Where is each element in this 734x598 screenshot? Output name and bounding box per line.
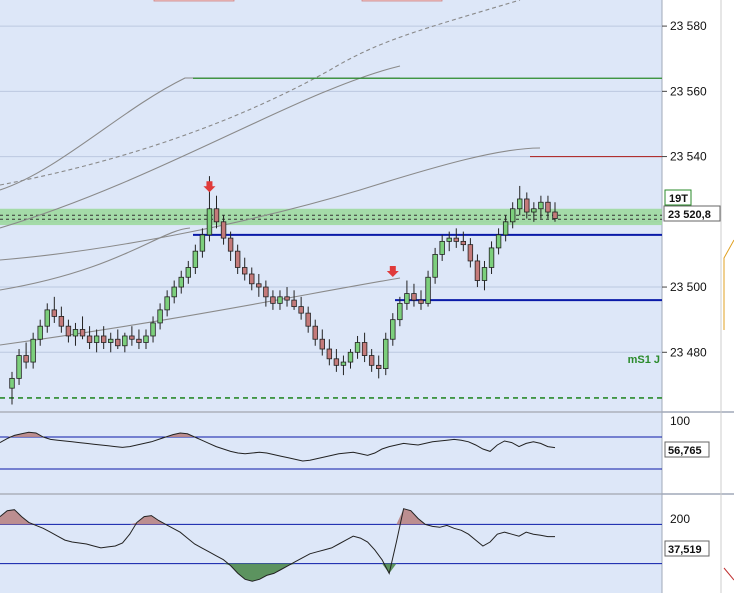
candle-body [347, 351, 354, 363]
candle-body [453, 237, 459, 242]
price-box-label: 23 520,8 [668, 209, 711, 221]
candle-body [474, 260, 481, 281]
candle-body [432, 254, 438, 278]
chart-window: 23 580 23 560 23 540 23 500 23 480 mS1 J 19T… [0, 0, 734, 593]
candle-body [340, 361, 347, 366]
candle-body [538, 201, 544, 210]
candle-body [291, 299, 297, 308]
candle-body [9, 377, 15, 389]
candle-body [509, 208, 516, 223]
candle-body [368, 355, 375, 366]
candle-body [150, 322, 156, 337]
candle-body [86, 335, 93, 343]
candle-body [199, 234, 206, 252]
candle-body [37, 325, 43, 340]
candle-body [446, 237, 452, 242]
axis-tick-label: 23 580 [670, 19, 707, 33]
candle-body [44, 309, 50, 327]
candle-body [319, 338, 325, 350]
candle-body [108, 338, 114, 343]
cci-axis-tick: 200 [670, 512, 690, 526]
green-zone [0, 208, 662, 226]
candle-body [467, 244, 474, 262]
candle-body [312, 325, 318, 340]
candle-body [171, 286, 177, 298]
candle-body [100, 335, 107, 343]
candle-body [333, 358, 340, 366]
candle-body [58, 316, 65, 327]
axis-tick-label: 23 480 [670, 345, 707, 359]
candle-body [227, 237, 234, 252]
candle-body [79, 329, 86, 337]
candle-body [502, 221, 509, 236]
candle-body [404, 293, 410, 304]
candle-body [481, 267, 488, 281]
level-tag-ms1: mS1 J [628, 354, 660, 366]
candle-body [277, 296, 283, 304]
candle-body [552, 211, 558, 219]
candle-body [545, 201, 551, 213]
candle-body [129, 335, 135, 340]
candle-body [115, 338, 121, 347]
candle-body [263, 286, 269, 298]
cci-value-label: 37,519 [668, 544, 702, 556]
candle-body [143, 335, 149, 343]
candle [383, 332, 389, 376]
candle-body [383, 338, 389, 369]
green-zone-band [0, 208, 662, 226]
candle-body [164, 296, 170, 311]
candle-body [284, 296, 290, 301]
top-tab-left[interactable] [153, 0, 235, 2]
rsi-axis-tick: 100 [670, 414, 690, 428]
candle-body [361, 342, 368, 356]
candle-body [220, 221, 227, 239]
candle-body [136, 338, 142, 343]
candle-body [298, 306, 304, 314]
top-tab-right[interactable] [361, 0, 443, 2]
candle-body [439, 240, 445, 255]
candle-body [249, 273, 255, 285]
axis-tick-label: 23 540 [670, 150, 707, 164]
candle-body [418, 299, 424, 304]
candle-body [122, 335, 128, 347]
candle-body [157, 309, 163, 324]
axis-tick-label: 23 560 [670, 84, 707, 98]
candle-body [531, 208, 537, 213]
candle-body [234, 250, 241, 268]
chart-svg[interactable]: 23 580 23 560 23 540 23 500 23 480 mS1 J 19T… [0, 0, 734, 593]
candle-body [390, 319, 396, 340]
candle-body [425, 276, 431, 304]
candle-body [93, 335, 100, 343]
candle-body [51, 309, 58, 317]
candle-body [72, 329, 79, 337]
candle-body [256, 283, 262, 288]
candle-body [65, 325, 72, 337]
candle-body [213, 208, 220, 223]
rsi-value-label: 56,765 [668, 445, 702, 457]
candle-body [411, 293, 417, 301]
candle-body [460, 240, 467, 246]
candle-body [488, 247, 495, 268]
candle-body [206, 208, 213, 236]
candle-body [495, 234, 502, 249]
candle-body [397, 302, 403, 321]
axis-tick-label: 23 500 [670, 280, 707, 294]
candle-body [517, 198, 523, 210]
candle-body [30, 338, 36, 363]
candle-body [524, 198, 530, 213]
candle-body [354, 342, 361, 353]
candle-body [376, 364, 382, 369]
candle-body [305, 312, 311, 327]
candle-body [270, 296, 276, 304]
candle-body [192, 250, 199, 268]
period-box-label: 19T [669, 193, 688, 205]
cci-pane-bg [0, 495, 662, 593]
candle-body [178, 276, 184, 288]
rsi-pane-bg [0, 413, 662, 493]
candle-body [242, 267, 248, 275]
candle-body [185, 267, 191, 278]
candle-body [326, 348, 333, 360]
candle-body [23, 355, 29, 363]
candle-body [16, 355, 22, 379]
